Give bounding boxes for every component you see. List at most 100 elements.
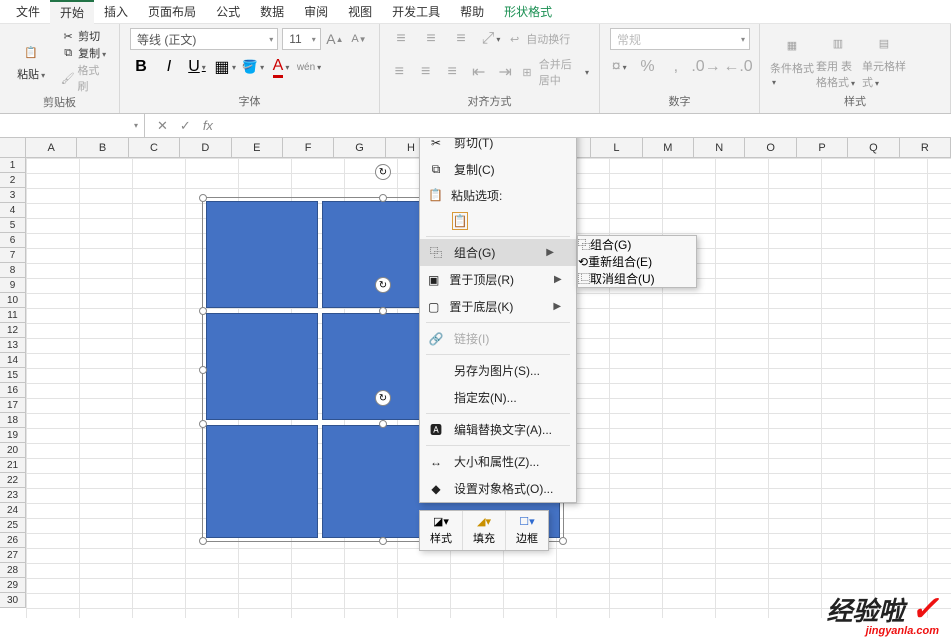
row-header[interactable]: 11 — [0, 308, 25, 323]
row-header[interactable]: 30 — [0, 593, 25, 608]
align-bottom-button[interactable]: ≡ — [450, 28, 472, 50]
mini-outline-button[interactable]: ☐▾边框 — [505, 511, 548, 550]
sub-ungroup[interactable]: ⿺取消组合(U) — [578, 270, 696, 287]
row-header[interactable]: 14 — [0, 353, 25, 368]
col-header[interactable]: N — [694, 138, 745, 157]
row-header[interactable]: 18 — [0, 413, 25, 428]
ctx-cut[interactable]: ✂剪切(T) — [420, 138, 576, 156]
inc-decimal-button[interactable]: .0→ — [695, 56, 717, 78]
row-header[interactable]: 25 — [0, 518, 25, 533]
row-header[interactable]: 27 — [0, 548, 25, 563]
font-color-button[interactable]: A — [270, 56, 292, 78]
decrease-font-button[interactable]: A▼ — [349, 28, 369, 50]
cancel-formula-button[interactable]: ✕ — [157, 118, 168, 134]
align-top-button[interactable]: ≡ — [390, 28, 412, 50]
ctx-copy[interactable]: ⧉复制(C) — [420, 156, 576, 183]
row-header[interactable]: 28 — [0, 563, 25, 578]
sub-regroup[interactable]: ⟲重新组合(E) — [578, 253, 696, 270]
col-header[interactable]: E — [232, 138, 283, 157]
increase-font-button[interactable]: A▲ — [325, 28, 345, 50]
align-left-button[interactable]: ≡ — [390, 61, 408, 83]
italic-button[interactable]: I — [158, 56, 180, 78]
format-table-button[interactable]: ▥套用 表格格式 — [816, 32, 860, 90]
indent-dec-button[interactable]: ⇤ — [469, 61, 487, 83]
row-header[interactable]: 12 — [0, 323, 25, 338]
resize-handle[interactable] — [199, 537, 207, 545]
tab-data[interactable]: 数据 — [250, 0, 294, 24]
tab-insert[interactable]: 插入 — [94, 0, 138, 24]
row-header[interactable]: 3 — [0, 188, 25, 203]
border-button[interactable]: ▦ — [214, 56, 236, 78]
tab-view[interactable]: 视图 — [338, 0, 382, 24]
row-header[interactable]: 20 — [0, 443, 25, 458]
ctx-send-back[interactable]: ▢置于底层(K)▶ — [420, 293, 576, 320]
dec-decimal-button[interactable]: ←.0 — [727, 56, 749, 78]
tab-page-layout[interactable]: 页面布局 — [138, 0, 206, 24]
col-header[interactable]: G — [334, 138, 385, 157]
resize-handle[interactable] — [559, 537, 567, 545]
col-header[interactable]: M — [643, 138, 694, 157]
resize-handle[interactable] — [379, 420, 387, 428]
col-header[interactable]: A — [26, 138, 77, 157]
ctx-format-object[interactable]: ◆设置对象格式(O)... — [420, 475, 576, 502]
tab-help[interactable]: 帮助 — [450, 0, 494, 24]
cell-area[interactable]: ↻ ↻ ↻ ✂剪切(T) ⧉复制(C) 📋粘贴选项: 📋 ⿻组合(G)▶ ▣置于… — [26, 158, 951, 618]
select-all-corner[interactable] — [0, 138, 26, 158]
ctx-bring-front[interactable]: ▣置于顶层(R)▶ — [420, 266, 576, 293]
row-header[interactable]: 8 — [0, 263, 25, 278]
align-middle-button[interactable]: ≡ — [420, 28, 442, 50]
number-format-select[interactable]: 常规 — [610, 28, 750, 50]
tab-file[interactable]: 文件 — [6, 0, 50, 24]
fill-color-button[interactable]: 🪣 — [242, 56, 264, 78]
fx-button[interactable]: fx — [203, 118, 213, 133]
row-header[interactable]: 23 — [0, 488, 25, 503]
tab-developer[interactable]: 开发工具 — [382, 0, 450, 24]
sub-group[interactable]: ⿻组合(G) — [578, 236, 696, 253]
conditional-format-button[interactable]: ▦条件格式 — [770, 34, 814, 88]
ctx-paste-option[interactable]: 📋 — [420, 207, 576, 234]
orientation-button[interactable]: ⤢ — [480, 28, 502, 50]
ctx-size-props[interactable]: ↔大小和属性(Z)... — [420, 448, 576, 475]
row-header[interactable]: 4 — [0, 203, 25, 218]
align-center-button[interactable]: ≡ — [416, 61, 434, 83]
enter-formula-button[interactable]: ✓ — [180, 118, 191, 134]
align-right-button[interactable]: ≡ — [443, 61, 461, 83]
mini-style-button[interactable]: ◪▾样式 — [420, 511, 462, 550]
col-header[interactable]: C — [129, 138, 180, 157]
col-header[interactable]: D — [180, 138, 231, 157]
resize-handle[interactable] — [379, 194, 387, 202]
col-header[interactable]: B — [77, 138, 128, 157]
indent-inc-button[interactable]: ⇥ — [496, 61, 514, 83]
wrap-text-button[interactable]: ↩ 自动换行 — [510, 31, 570, 47]
accounting-format-button[interactable]: ¤ — [610, 56, 628, 78]
ctx-alt-text[interactable]: 🅰编辑替换文字(A)... — [420, 416, 576, 443]
tab-home[interactable]: 开始 — [50, 0, 94, 24]
resize-handle[interactable] — [199, 420, 207, 428]
row-header[interactable]: 29 — [0, 578, 25, 593]
ctx-link[interactable]: 🔗链接(I) — [420, 325, 576, 352]
tab-formulas[interactable]: 公式 — [206, 0, 250, 24]
name-box-input[interactable] — [6, 119, 134, 133]
font-face-select[interactable]: 等线 (正文) — [130, 28, 278, 50]
tab-shape-format[interactable]: 形状格式 — [494, 0, 562, 24]
row-header[interactable]: 1 — [0, 158, 25, 173]
col-header[interactable]: O — [745, 138, 796, 157]
rotate-handle[interactable]: ↻ — [375, 390, 391, 406]
row-header[interactable]: 5 — [0, 218, 25, 233]
col-header[interactable]: P — [797, 138, 848, 157]
row-header[interactable]: 16 — [0, 383, 25, 398]
comma-button[interactable]: , — [667, 56, 685, 78]
row-header[interactable]: 17 — [0, 398, 25, 413]
copy-button[interactable]: ⧉复制 — [60, 45, 109, 61]
cut-button[interactable]: ✂剪切 — [60, 28, 109, 44]
ctx-assign-macro[interactable]: 指定宏(N)... — [420, 384, 576, 411]
mini-fill-button[interactable]: ◢▾填充 — [462, 511, 505, 550]
underline-button[interactable]: U — [186, 56, 208, 78]
format-painter-button[interactable]: 🖌格式刷 — [60, 62, 109, 94]
resize-handle[interactable] — [199, 194, 207, 202]
row-header[interactable]: 6 — [0, 233, 25, 248]
row-header[interactable]: 22 — [0, 473, 25, 488]
col-header[interactable]: R — [900, 138, 951, 157]
row-header[interactable]: 26 — [0, 533, 25, 548]
row-header[interactable]: 7 — [0, 248, 25, 263]
